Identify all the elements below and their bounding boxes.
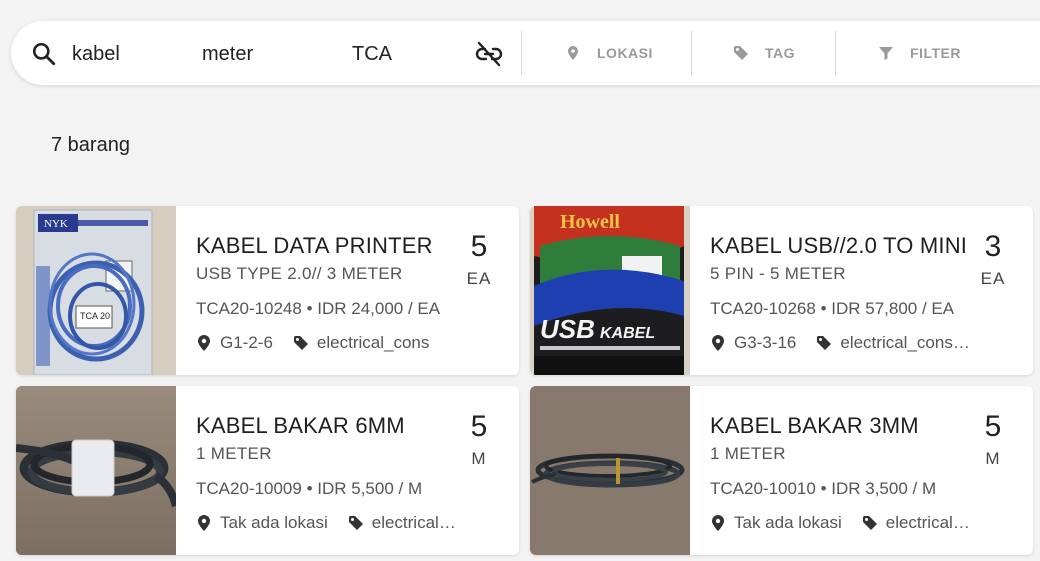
- item-image: [16, 386, 176, 555]
- item-unit: M: [471, 449, 487, 468]
- item-quantity: 5: [470, 230, 488, 263]
- item-unit: EA: [980, 269, 1006, 288]
- item-card[interactable]: NYK TCA 20 KABEL DATA PRINTER USB TYPE 2…: [16, 206, 519, 375]
- item-location: G1-2-6: [220, 333, 273, 352]
- location-pin-icon: [198, 335, 210, 351]
- tag-icon: [862, 516, 877, 530]
- item-location: G3-3-16: [734, 333, 797, 352]
- location-pin-icon: [712, 335, 724, 351]
- item-card[interactable]: KABEL BAKAR 6MM 1 METER TCA20-10009 • ID…: [16, 386, 519, 555]
- item-tags: Tak ada lokasi electrical_consumables: [710, 513, 970, 533]
- tag-icon: [734, 46, 748, 60]
- svg-text:USB: USB: [540, 314, 595, 344]
- item-location: Tak ada lokasi: [734, 513, 842, 532]
- item-subtitle: 5 PIN - 5 METER: [710, 264, 846, 283]
- item-tags: G1-2-6 electrical_cons: [196, 333, 456, 353]
- item-image: [530, 386, 690, 555]
- item-category: electrical_consumables: [840, 333, 970, 352]
- tag-filter-label: TAG: [765, 45, 796, 61]
- tag-icon: [348, 516, 363, 530]
- item-card[interactable]: KABEL BAKAR 3MM 1 METER TCA20-10010 • ID…: [530, 386, 1033, 555]
- item-subtitle: 1 METER: [196, 444, 272, 463]
- svg-text:TCA 20: TCA 20: [80, 311, 110, 321]
- item-image: NYK TCA 20: [16, 206, 176, 375]
- search-term-chip[interactable]: meter: [202, 41, 253, 67]
- item-meta: TCA20-10009 • IDR 5,500 / M: [196, 479, 423, 498]
- tag-icon: [293, 336, 308, 350]
- item-quantity: 3: [984, 230, 1002, 263]
- item-quantity: 5: [470, 410, 488, 443]
- item-location: Tak ada lokasi: [220, 513, 328, 532]
- item-title: KABEL DATA PRINTER: [196, 233, 433, 258]
- filter-button[interactable]: FILTER: [878, 39, 961, 67]
- location-pin-icon: [712, 515, 724, 531]
- item-unit: M: [985, 449, 1001, 468]
- search-bar[interactable]: kabel meter TCA LOKASI TAG FILTER: [11, 21, 1040, 85]
- tag-filter-button[interactable]: TAG: [733, 39, 795, 67]
- divider: [691, 31, 692, 75]
- filter-label: FILTER: [910, 45, 961, 61]
- location-filter-button[interactable]: LOKASI: [565, 39, 653, 67]
- item-title: KABEL BAKAR 3MM: [710, 413, 919, 438]
- item-category: electrical_consumables: [371, 513, 456, 532]
- item-meta: TCA20-10010 • IDR 3,500 / M: [710, 479, 937, 498]
- location-pin-icon: [568, 46, 578, 60]
- divider: [835, 31, 836, 75]
- item-subtitle: USB TYPE 2.0// 3 METER: [196, 264, 403, 283]
- search-term-chip[interactable]: TCA: [352, 41, 392, 67]
- tag-icon: [817, 336, 832, 350]
- item-tags: G3-3-16 electrical_consumables: [710, 333, 970, 353]
- svg-text:Howell: Howell: [560, 211, 620, 233]
- item-quantity: 5: [984, 410, 1002, 443]
- item-category: electrical_consumables: [885, 513, 970, 532]
- item-unit: EA: [466, 269, 492, 288]
- funnel-icon: [879, 47, 893, 60]
- divider: [521, 31, 522, 75]
- result-count: 7 barang: [51, 134, 130, 156]
- item-title: KABEL BAKAR 6MM: [196, 413, 405, 438]
- item-category: electrical_cons: [316, 333, 430, 352]
- location-filter-label: LOKASI: [597, 45, 653, 61]
- item-meta: TCA20-10268 • IDR 57,800 / EA: [710, 299, 955, 318]
- item-meta: TCA20-10248 • IDR 24,000 / EA: [196, 299, 441, 318]
- item-title: KABEL USB//2.0 TO MINI: [710, 233, 968, 258]
- item-card[interactable]: Howell USB KABEL KABEL USB//2.0 TO MINI …: [530, 206, 1033, 375]
- item-subtitle: 1 METER: [710, 444, 786, 463]
- item-tags: Tak ada lokasi electrical_consumables: [196, 513, 456, 533]
- svg-text:NYK: NYK: [44, 218, 68, 230]
- link-off-icon[interactable]: [474, 40, 504, 68]
- location-pin-icon: [198, 515, 210, 531]
- search-term-chip[interactable]: kabel: [72, 41, 120, 67]
- svg-text:KABEL: KABEL: [600, 325, 655, 342]
- item-image: Howell USB KABEL: [530, 206, 690, 375]
- search-icon[interactable]: [31, 41, 57, 67]
